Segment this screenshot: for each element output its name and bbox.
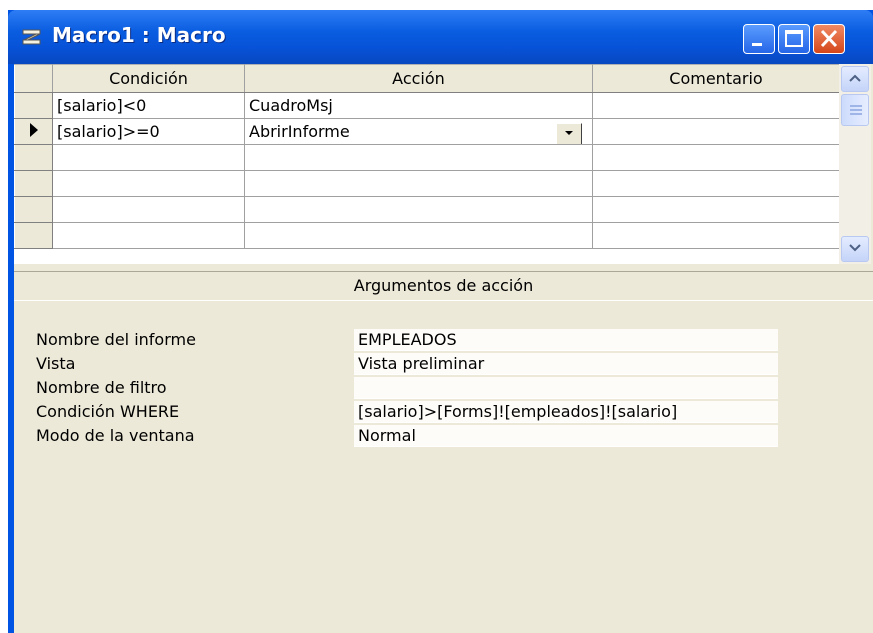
filter-name-field[interactable]: [354, 377, 778, 399]
window-title: Macro1 : Macro: [52, 23, 226, 47]
column-header-action[interactable]: Acción: [244, 64, 593, 93]
condition-cell[interactable]: [salario]<0: [52, 92, 245, 119]
grip-icon: [850, 105, 862, 115]
action-cell[interactable]: AbrirInforme: [244, 118, 593, 145]
condition-cell[interactable]: [salario]>=0: [52, 118, 245, 145]
row-selector[interactable]: [14, 118, 53, 145]
report-name-field[interactable]: EMPLEADOS: [354, 329, 778, 351]
arg-label-filter-name: Nombre de filtro: [36, 378, 167, 397]
view-field[interactable]: Vista preliminar: [354, 353, 778, 375]
condition-cell[interactable]: [52, 196, 245, 223]
dropdown-arrow-icon: [565, 131, 573, 135]
action-cell[interactable]: [244, 196, 593, 223]
minimize-icon: [752, 43, 762, 46]
action-dropdown-button[interactable]: [556, 123, 582, 144]
grid-header-row: Condición Acción Comentario: [14, 64, 840, 93]
action-cell[interactable]: CuadroMsj: [244, 92, 593, 119]
arg-label-where-condition: Condición WHERE: [36, 402, 180, 421]
chevron-down-icon: [849, 244, 861, 252]
column-header-condition[interactable]: Condición: [52, 64, 245, 93]
scroll-up-button[interactable]: [841, 66, 869, 92]
arg-label-view: Vista: [36, 354, 76, 373]
maximize-icon: [785, 30, 803, 47]
where-condition-field[interactable]: [salario]>[Forms]![empleados]![salario]: [354, 401, 778, 423]
corner-selector[interactable]: [14, 64, 53, 93]
title-bar[interactable]: Macro1 : Macro: [8, 10, 873, 64]
arg-label-window-mode: Modo de la ventana: [36, 426, 195, 445]
chevron-up-icon: [849, 74, 861, 82]
column-header-comment[interactable]: Comentario: [592, 64, 840, 93]
comment-cell[interactable]: [592, 92, 840, 119]
action-cell[interactable]: [244, 144, 593, 171]
table-row: [14, 222, 840, 249]
action-cell[interactable]: [244, 222, 593, 249]
condition-cell[interactable]: [52, 170, 245, 197]
row-selector[interactable]: [14, 222, 53, 249]
comment-cell[interactable]: [592, 222, 840, 249]
close-icon: [820, 29, 838, 48]
row-selector[interactable]: [14, 196, 53, 223]
table-row: [14, 196, 840, 223]
macro-grid: Condición Acción Comentario [salario]<0 …: [14, 64, 840, 264]
arg-label-report-name: Nombre del informe: [36, 330, 196, 349]
macro-icon: [22, 29, 41, 45]
table-row: [salario]>=0 AbrirInforme: [14, 118, 840, 145]
scroll-thumb[interactable]: [841, 94, 869, 126]
window-mode-field[interactable]: Normal: [354, 425, 778, 447]
macro-design-area: Condición Acción Comentario [salario]<0 …: [14, 64, 873, 633]
comment-cell[interactable]: [592, 196, 840, 223]
scroll-down-button[interactable]: [841, 236, 869, 262]
close-button[interactable]: [813, 24, 845, 54]
action-value: AbrirInforme: [249, 122, 350, 141]
action-arguments-header: Argumentos de acción: [14, 271, 873, 301]
row-selector[interactable]: [14, 170, 53, 197]
comment-cell[interactable]: [592, 118, 840, 145]
vertical-scrollbar[interactable]: [839, 64, 871, 264]
action-cell[interactable]: [244, 170, 593, 197]
condition-cell[interactable]: [52, 222, 245, 249]
table-row: [14, 170, 840, 197]
current-row-indicator-icon: [29, 122, 38, 137]
table-row: [salario]<0 CuadroMsj: [14, 92, 840, 119]
condition-cell[interactable]: [52, 144, 245, 171]
row-selector[interactable]: [14, 92, 53, 119]
row-selector[interactable]: [14, 144, 53, 171]
maximize-button[interactable]: [778, 24, 810, 54]
comment-cell[interactable]: [592, 144, 840, 171]
comment-cell[interactable]: [592, 170, 840, 197]
macro-window: Macro1 : Macro Condición Acción Comentar…: [8, 10, 873, 633]
table-row: [14, 144, 840, 171]
minimize-button[interactable]: [743, 24, 775, 54]
